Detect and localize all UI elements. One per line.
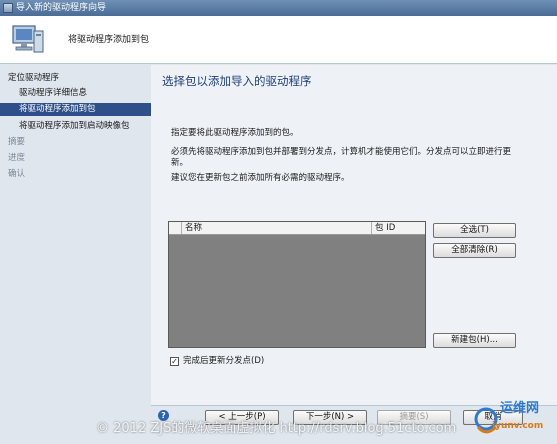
- list-header-checkbox-column: [169, 222, 182, 234]
- instruction-text: 指定要将此驱动程序添加到的包。: [171, 128, 299, 138]
- new-package-button[interactable]: 新建包(H)...: [433, 333, 516, 348]
- step-add-driver-to-package: 将驱动程序添加到包: [0, 103, 151, 116]
- step-progress: 进度: [8, 153, 26, 163]
- site-logo-domain: iyunv.com: [492, 421, 544, 431]
- step-summary: 摘要: [8, 137, 26, 147]
- column-header-package-id[interactable]: 包 ID: [372, 222, 425, 234]
- wizard-header: 将驱动程序添加到包: [0, 16, 557, 64]
- wizard-steps-sidebar: 定位驱动程序 驱动程序详细信息 将驱动程序添加到包 将驱动程序添加到启动映像包 …: [0, 65, 151, 444]
- site-logo-name: 运维网: [500, 401, 540, 416]
- update-distribution-points-label: 完成后更新分发点(D): [183, 356, 265, 366]
- step-locate-driver: 定位驱动程序: [8, 73, 60, 83]
- step-add-driver-to-boot-image: 将驱动程序添加到启动映像包: [19, 121, 130, 131]
- site-logo: 运维网 iyunv.com: [474, 393, 557, 444]
- clear-all-button[interactable]: 全部清除(R): [433, 243, 516, 258]
- step-driver-details: 驱动程序详细信息: [19, 88, 88, 98]
- column-header-name[interactable]: 名称: [182, 222, 372, 234]
- wizard-subtitle: 将驱动程序添加到包: [68, 35, 150, 45]
- instruction-text: 建议您在更新包之前添加所有必需的驱动程序。: [171, 173, 350, 183]
- package-list[interactable]: 名称 包 ID: [168, 221, 426, 348]
- instruction-text: 新。: [171, 158, 189, 168]
- wizard-app-icon: [3, 3, 13, 13]
- step-confirmation: 确认: [8, 169, 26, 179]
- select-all-button[interactable]: 全选(T): [433, 223, 516, 238]
- update-distribution-points-checkbox[interactable]: ✓: [170, 357, 179, 366]
- copyright-watermark: © 2012 ZJS的微软桌面虚拟化 http://rdsrv.blog.51c…: [96, 421, 457, 436]
- instruction-text: 必须先将驱动程序添加到包并部署到分发点，计算机才能使用它们。分发点可以立即进行更: [171, 147, 512, 157]
- window-title: 导入新的驱动程序向导: [16, 3, 107, 13]
- window-title-bar[interactable]: 导入新的驱动程序向导: [0, 0, 557, 16]
- computer-monitor-icon: [12, 25, 44, 53]
- list-header: 名称 包 ID: [169, 222, 425, 235]
- page-title: 选择包以添加导入的驱动程序: [162, 74, 312, 88]
